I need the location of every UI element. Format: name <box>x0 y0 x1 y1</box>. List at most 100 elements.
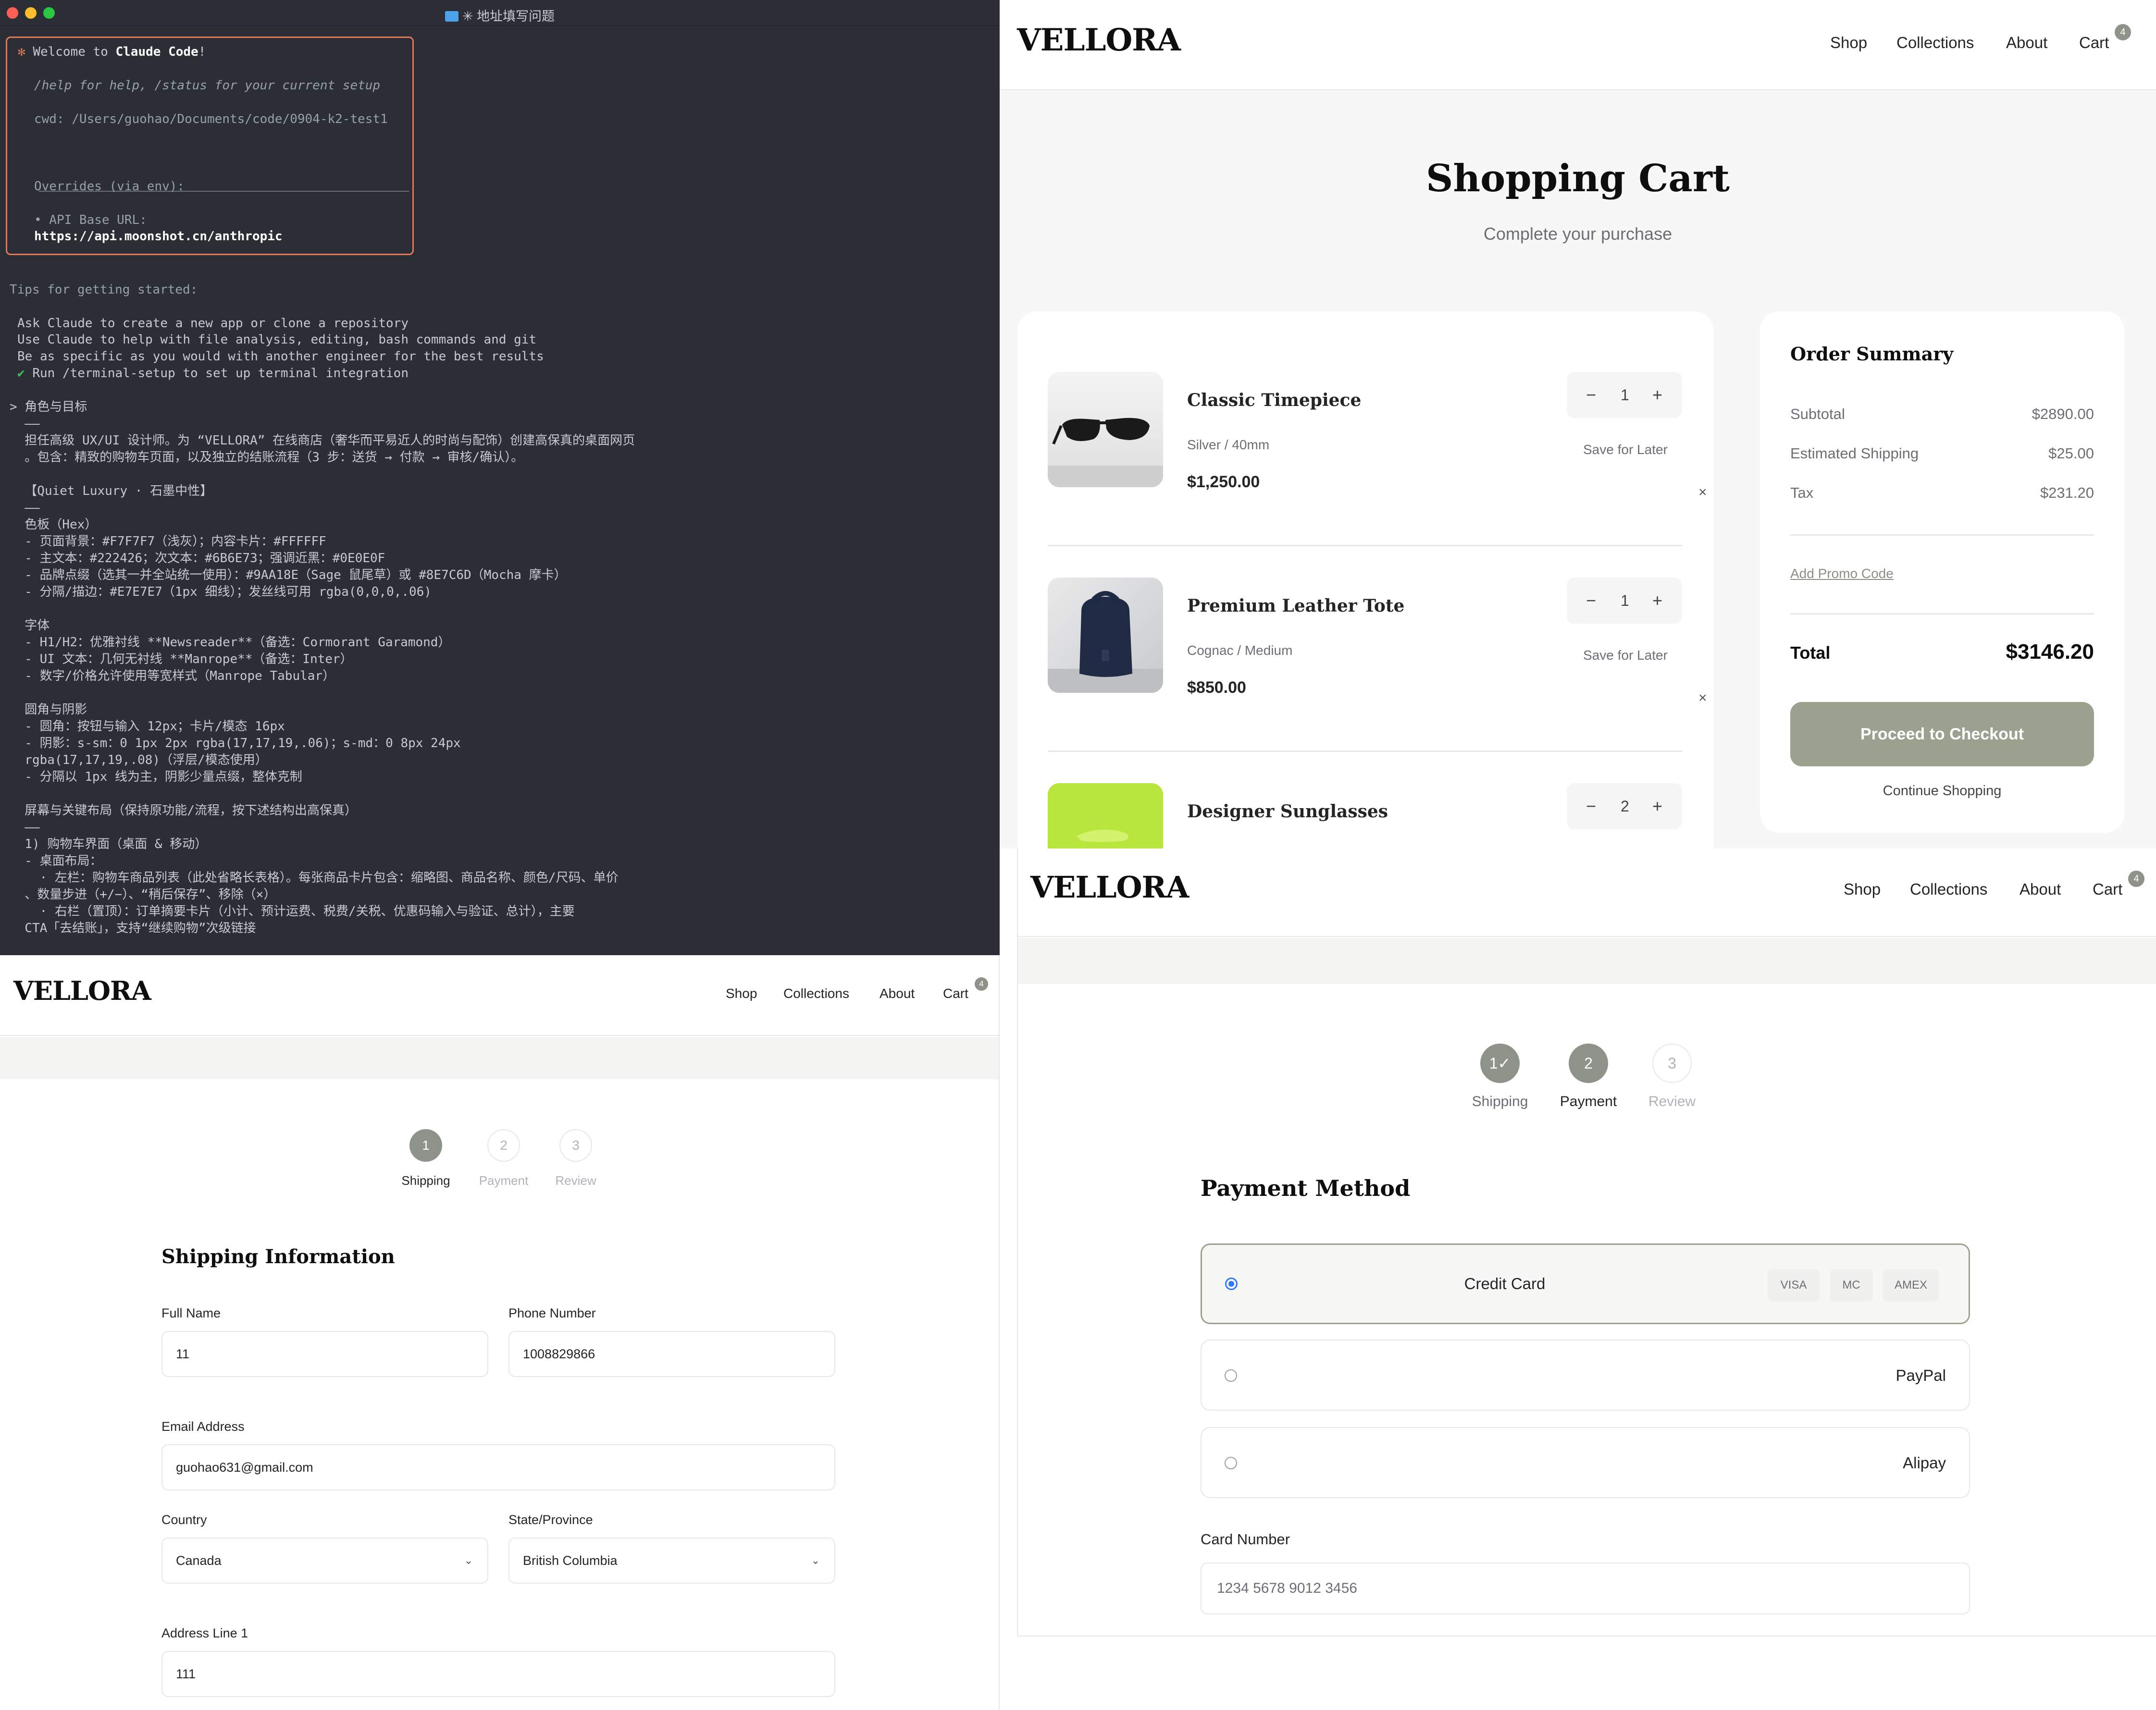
section-title: Shipping Information <box>161 1245 395 1268</box>
full-name-field[interactable]: 11 <box>161 1331 488 1377</box>
nav-about[interactable]: About <box>2020 880 2061 898</box>
amex-icon: AMEX <box>1883 1269 1939 1302</box>
cart-count-badge: 4 <box>2128 871 2144 887</box>
brand-logo[interactable]: VELLORA <box>1017 22 1181 58</box>
product-thumbnail[interactable] <box>1048 783 1163 849</box>
nav-about[interactable]: About <box>880 986 915 1001</box>
overrides-label: Overrides (via env): <box>34 179 185 194</box>
brand-logo[interactable]: VELLORA <box>13 975 151 1006</box>
nav-cart[interactable]: Cart <box>2093 880 2122 898</box>
welcome-box: ✻ Welcome to Claude Code! /help for help… <box>6 37 414 255</box>
brand-logo[interactable]: VELLORA <box>1030 870 1189 905</box>
item-variant: Cognac / Medium <box>1187 643 1293 658</box>
item-price: $850.00 <box>1187 678 1246 697</box>
remove-item-button[interactable]: × <box>1698 690 1707 706</box>
item-name[interactable]: Classic Timepiece <box>1187 390 1361 410</box>
asterisk-icon: ✻ <box>18 45 25 59</box>
payment-option-credit-card[interactable]: Credit Card VISA MC AMEX <box>1201 1243 1970 1324</box>
step-1-label: Shipping <box>1472 1094 1528 1109</box>
nav-collections[interactable]: Collections <box>783 986 849 1001</box>
radio-unselected[interactable] <box>1225 1369 1237 1382</box>
phone-label: Phone Number <box>508 1306 596 1320</box>
email-field[interactable]: guohao631@gmail.com <box>161 1444 835 1490</box>
terminal-window: ✳ 地址填写问题 ✻ Welcome to Claude Code! /help… <box>0 0 1000 955</box>
country-select[interactable]: Canada ⌄ <box>161 1538 488 1584</box>
nav-cart[interactable]: Cart <box>2079 34 2109 52</box>
prompt-line: 字体 <box>10 618 50 633</box>
prompt-line: - 页面背景：#F7F7F7（浅灰）；内容卡片：#FFFFFF <box>10 534 326 549</box>
site-header: VELLORA Shop Collections About Cart 4 <box>1018 849 2156 937</box>
page-title: Shopping Cart <box>1426 157 1730 200</box>
prompt-line: - UI 文本：几何无衬线 **Manrope**（备选：Inter） <box>10 652 353 666</box>
nav-cart[interactable]: Cart <box>943 986 968 1001</box>
visa-icon: VISA <box>1767 1269 1820 1302</box>
increase-quantity-button[interactable]: + <box>1652 589 1662 612</box>
order-summary-title: Order Summary <box>1790 343 1954 365</box>
cart-count-badge: 4 <box>975 977 988 991</box>
radio-unselected[interactable] <box>1225 1457 1237 1469</box>
api-base-url: https://api.moonshot.cn/anthropic <box>34 229 283 244</box>
total-label: Total <box>1790 643 1831 663</box>
decrease-quantity-button[interactable]: − <box>1586 589 1596 612</box>
subtotal-value: $2890.00 <box>2032 406 2094 422</box>
step-3-circle: 3 <box>1652 1044 1692 1083</box>
prompt-line: —— <box>10 417 40 431</box>
folder-icon <box>445 11 458 22</box>
mastercard-icon: MC <box>1830 1269 1873 1302</box>
remove-item-button[interactable]: × <box>1698 484 1707 501</box>
step-3-label: Review <box>555 1173 596 1188</box>
item-name[interactable]: Premium Leather Tote <box>1187 596 1404 616</box>
payment-option-label: PayPal <box>1896 1366 1946 1384</box>
quantity-value: 1 <box>1621 592 1629 609</box>
state-select[interactable]: British Columbia ⌄ <box>508 1538 835 1584</box>
increase-quantity-button[interactable]: + <box>1652 383 1662 406</box>
save-for-later-link[interactable]: Save for Later <box>1583 442 1668 457</box>
save-for-later-link[interactable]: Save for Later <box>1583 648 1668 663</box>
divider <box>1790 613 2094 615</box>
nav-shop[interactable]: Shop <box>726 986 757 1001</box>
prompt-line: - 分隔/描边：#E7E7E7（1px 细线）；发丝线可用 rgba(0,0,0… <box>10 585 432 599</box>
address-line-1-field[interactable]: 111 <box>161 1651 835 1697</box>
quantity-stepper: − 1 + <box>1567 578 1682 624</box>
terminal-titlebar: ✳ 地址填写问题 <box>0 0 1000 26</box>
payment-option-paypal[interactable]: PayPal <box>1201 1340 1970 1411</box>
step-1-circle: 1✓ <box>1480 1044 1520 1083</box>
chevron-down-icon: ⌄ <box>464 1554 473 1566</box>
nav-collections[interactable]: Collections <box>1910 880 1987 898</box>
header-band <box>0 1037 999 1079</box>
site-header: VELLORA Shop Collections About Cart 4 <box>1000 0 2156 90</box>
prompt-line: - 主文本：#222426；次文本：#6B6E73；强调近黑：#0E0E0F <box>10 551 385 566</box>
prompt-line: - 阴影：s-sm：0 1px 2px rgba(17,17,19,.06)；s… <box>10 736 461 750</box>
phone-field[interactable]: 1008829866 <box>508 1331 835 1377</box>
decrease-quantity-button[interactable]: − <box>1586 795 1596 818</box>
tip-line: Ask Claude to create a new app or clone … <box>17 316 409 331</box>
decrease-quantity-button[interactable]: − <box>1586 383 1596 406</box>
tax-value: $231.20 <box>2040 484 2094 501</box>
nav-collections[interactable]: Collections <box>1896 34 1974 52</box>
step-3-circle: 3 <box>559 1129 592 1162</box>
product-thumbnail[interactable] <box>1048 578 1163 693</box>
total-value: $3146.20 <box>2006 640 2094 664</box>
payment-option-alipay[interactable]: Alipay <box>1201 1427 1970 1498</box>
increase-quantity-button[interactable]: + <box>1652 795 1662 818</box>
item-name[interactable]: Designer Sunglasses <box>1187 801 1388 822</box>
divider <box>1048 750 1682 752</box>
nav-about[interactable]: About <box>2006 34 2047 52</box>
divider <box>1790 534 2094 536</box>
subtotal-label: Subtotal <box>1790 406 1845 422</box>
prompt-line: - H1/H2：优雅衬线 **Newsreader**（备选：Cormorant… <box>10 635 451 650</box>
proceed-to-checkout-button[interactable]: Proceed to Checkout <box>1790 702 2094 766</box>
prompt-line: 担任高级 UX/UI 设计师。为 “VELLORA” 在线商店（奢华而平易近人的… <box>10 433 635 448</box>
nav-shop[interactable]: Shop <box>1844 880 1881 898</box>
item-price: $1,250.00 <box>1187 473 1260 491</box>
product-thumbnail[interactable] <box>1048 372 1163 487</box>
quantity-value: 2 <box>1621 798 1629 815</box>
country-label: Country <box>161 1513 207 1527</box>
continue-shopping-link[interactable]: Continue Shopping <box>1760 783 2124 799</box>
card-number-field[interactable]: 1234 5678 9012 3456 <box>1201 1562 1970 1614</box>
add-promo-code-link[interactable]: Add Promo Code <box>1790 566 1894 581</box>
nav-shop[interactable]: Shop <box>1830 34 1867 52</box>
prompt-line: 圆角与阴影 <box>10 702 87 717</box>
prompt-line: CTA「去结账」，支持“继续购物”次级链接 <box>10 921 256 935</box>
step-2-label: Payment <box>1560 1094 1617 1109</box>
